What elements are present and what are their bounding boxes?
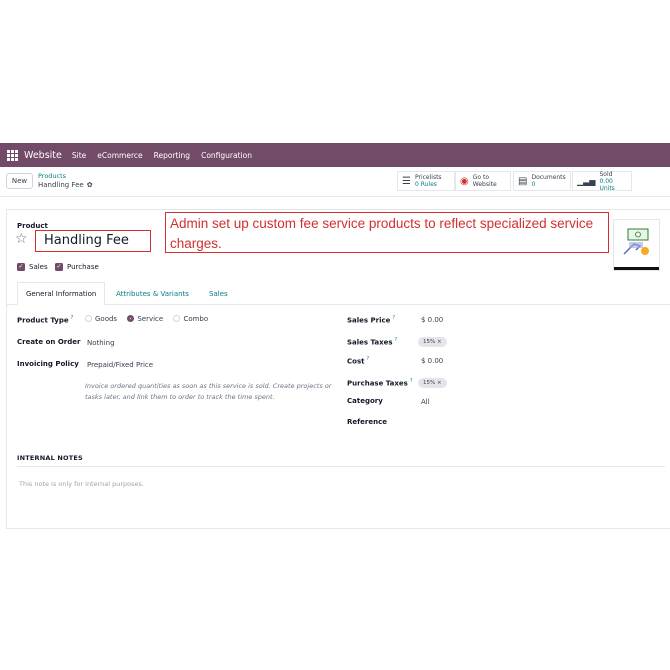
sold-smart-button[interactable]: ▁▃▅ Sold 0.00 Units: [572, 170, 632, 192]
internal-notes-title: INTERNAL NOTES: [17, 454, 83, 462]
apps-grid-icon[interactable]: [7, 149, 18, 161]
create-on-order-field[interactable]: Nothing: [87, 339, 115, 347]
sales-checkbox[interactable]: ✓ Sales: [17, 263, 48, 271]
product-type-label-text: Product Type: [17, 316, 69, 325]
help-icon[interactable]: ?: [395, 337, 398, 343]
radio-combo[interactable]: [173, 315, 181, 322]
cost-label: Cost?: [347, 356, 369, 365]
help-icon[interactable]: ?: [71, 315, 74, 321]
invoicing-policy-field[interactable]: Prepaid/Fixed Price: [87, 361, 153, 369]
tab-general-information[interactable]: General Information: [17, 282, 106, 305]
breadcrumb-products[interactable]: Products: [38, 172, 66, 180]
sold-value: 0.00 Units: [599, 177, 615, 192]
gear-icon[interactable]: ✿: [87, 181, 93, 189]
menu-reporting[interactable]: Reporting: [154, 151, 190, 160]
invoicing-policy-label: Invoicing Policy: [17, 360, 79, 368]
checkbox-checked-icon: ✓: [55, 263, 63, 271]
fee-illustration-icon: [623, 228, 649, 255]
go-to-website-button[interactable]: ◉ Go to Website: [455, 171, 511, 191]
help-icon[interactable]: ?: [410, 378, 413, 384]
go-to-value: Website: [472, 181, 497, 188]
divider: [17, 466, 665, 467]
app-name[interactable]: Website: [24, 150, 62, 161]
sales-price-label-text: Sales Price: [347, 316, 391, 325]
annotation-callout: Admin set up custom fee service products…: [165, 212, 609, 253]
sales-checkbox-label: Sales: [29, 263, 48, 271]
documents-label: Documents: [531, 174, 566, 181]
invoicing-hint: Invoice ordered quantities as soon as th…: [85, 382, 332, 401]
radio-combo-label: Combo: [183, 315, 209, 323]
bar-chart-icon: ▁▃▅: [577, 176, 596, 186]
menu-site[interactable]: Site: [72, 151, 86, 160]
sales-taxes-label-text: Sales Taxes: [347, 338, 393, 347]
category-field[interactable]: All: [421, 398, 430, 406]
sold-label: Sold: [599, 170, 613, 178]
product-form-sheet: Product ☆ Handling Fee Admin set up cust…: [6, 209, 670, 529]
radio-goods-label: Goods: [95, 315, 118, 323]
product-name-field[interactable]: Handling Fee: [35, 230, 151, 252]
radio-goods[interactable]: [85, 315, 92, 322]
sales-taxes-label: Sales Taxes?: [347, 337, 397, 346]
create-on-order-label: Create on Order: [17, 338, 81, 346]
category-label: Category: [347, 397, 383, 405]
go-to-label: Go to: [472, 174, 489, 181]
product-label: Product: [17, 222, 48, 230]
breadcrumb-current: Handling Fee ✿: [38, 181, 93, 189]
purchase-checkbox-label: Purchase: [67, 263, 99, 271]
documents-smart-button[interactable]: ▤ Documents 0: [513, 171, 571, 191]
internal-notes-field[interactable]: This note is only for internal purposes.: [19, 480, 144, 488]
list-icon: ☰: [402, 175, 411, 187]
tab-sales[interactable]: Sales: [209, 282, 228, 305]
star-icon[interactable]: ☆: [15, 231, 28, 247]
reference-label: Reference: [347, 418, 388, 426]
pricelists-label: Pricelists: [414, 174, 442, 181]
purchase-checkbox[interactable]: ✓ Purchase: [55, 263, 99, 271]
sales-price-label: Sales Price?: [347, 315, 395, 324]
purchase-taxes-label: Purchase Taxes?: [347, 378, 412, 387]
documents-value: 0: [531, 181, 536, 188]
help-icon[interactable]: ?: [392, 315, 395, 321]
purchase-tax-tag[interactable]: 15% ×: [418, 378, 447, 388]
tab-attributes-variants[interactable]: Attributes & Variants: [116, 282, 189, 305]
breadcrumb-current-label: Handling Fee: [38, 181, 84, 189]
form-tabs: General Information Attributes & Variant…: [7, 282, 670, 305]
sales-tax-tag[interactable]: 15% ×: [418, 337, 447, 347]
menu-configuration[interactable]: Configuration: [201, 151, 252, 160]
top-navbar: Website Site eCommerce Reporting Configu…: [0, 143, 670, 167]
pricelists-value: 0 Rules: [414, 181, 437, 188]
product-type-radio-group: Goods Service Combo: [85, 315, 216, 323]
purchase-taxes-label-text: Purchase Taxes: [347, 379, 408, 388]
product-type-label: Product Type?: [17, 315, 73, 324]
new-button[interactable]: New: [6, 173, 33, 189]
pricelists-smart-button[interactable]: ☰ Pricelists 0 Rules: [397, 171, 455, 191]
radio-service-label: Service: [137, 315, 164, 323]
control-panel: New Products Handling Fee ✿ ☰ Pricelists 0…: [0, 167, 670, 197]
menu-ecommerce[interactable]: eCommerce: [97, 151, 142, 160]
product-image[interactable]: [613, 219, 660, 271]
help-icon[interactable]: ?: [366, 356, 369, 362]
document-icon: ▤: [518, 175, 528, 187]
globe-icon: ◉: [460, 175, 469, 187]
sales-price-field[interactable]: $ 0.00: [421, 316, 443, 324]
radio-service[interactable]: [127, 315, 135, 322]
cost-field[interactable]: $ 0.00: [421, 357, 443, 365]
cost-label-text: Cost: [347, 357, 365, 366]
checkbox-checked-icon: ✓: [17, 263, 25, 271]
